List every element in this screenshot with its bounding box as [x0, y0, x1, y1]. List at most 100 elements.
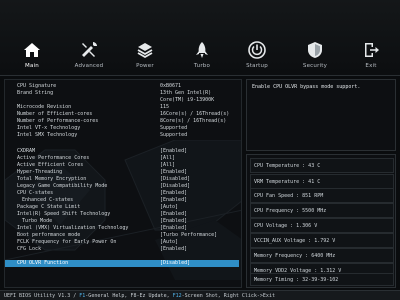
monitor-text: Memory Frequency : 6400 MHz [254, 253, 336, 259]
nav-startup-label: Startup [246, 63, 268, 69]
monitor-vccin-aux-voltage: VCCIN_AUX Voltage : 1.792 V [250, 233, 394, 248]
setting-value: 0xB0671 [160, 83, 182, 89]
setting-row-fclk-frequency[interactable]: FCLK Frequency for Early Power On [Auto] [5, 239, 239, 246]
nav-advanced[interactable]: Advanced [61, 0, 117, 76]
nav-exit[interactable]: Exit [343, 0, 399, 76]
power-layers-icon [137, 43, 153, 59]
setting-row-turbo-mode[interactable]: Turbo Mode [Enabled] [5, 218, 239, 225]
nav-security[interactable]: Security [287, 0, 343, 76]
setting-value: [Enabled] [160, 211, 188, 217]
setting-row-boot-performance-mode[interactable]: Boot performance mode [Turbo Performance… [5, 232, 239, 239]
setting-value: [Disabled] [160, 183, 191, 189]
setting-row-microcode: Microcode Revision 115 [5, 104, 239, 111]
f12-key: F12 [172, 293, 182, 299]
setting-value: [Enabled] [160, 169, 188, 175]
monitor-memory-timing: Memory Timing : 32-39-39-102 [250, 273, 394, 286]
setting-row-performance-cores: Number of Performance-cores 8Core(s) / 1… [5, 118, 239, 125]
help-panel: Enable CPU OLVR bypass mode support. [246, 79, 396, 151]
status-text: UEFI BIOS Utility V1.3 / F1-General Help… [4, 293, 275, 299]
setting-row-cpu-signature: CPU Signature 0xB0671 [5, 83, 239, 90]
nav-security-label: Security [302, 63, 328, 69]
setting-value: 115 [160, 104, 170, 110]
setting-row-enhanced-c-states[interactable]: Enhanced C-states [Enabled] [5, 197, 239, 204]
nav-exit-label: Exit [365, 63, 377, 69]
setting-value: [Auto] [160, 239, 179, 245]
monitor-text: CPU Fan Speed : 851 RPM [254, 193, 324, 199]
setting-row-vmx[interactable]: Intel (VMX) Virtualization Technology [E… [5, 225, 239, 232]
monitor-cpu-frequency: CPU Frequency : 5500 MHz [250, 203, 394, 218]
monitor-cpu-voltage: CPU Voltage : 1.306 V [250, 218, 394, 233]
monitor-vrm-temperature: VRM Temperature : 41 C [250, 174, 394, 189]
status-prefix: UEFI BIOS Utility V1.3 / [4, 293, 80, 299]
turbo-rocket-icon [196, 42, 208, 58]
setting-label: CFG Lock [17, 246, 42, 252]
tools-icon [82, 42, 97, 57]
setting-value: 16Core(s) / 16Thread(s) [160, 111, 230, 117]
setting-row-legacy-game-mode[interactable]: Legacy Game Compatibility Mode [Disabled… [5, 183, 239, 190]
setting-label: CXDRAM [17, 148, 36, 154]
setting-label: Intel VT-x Technology [17, 125, 81, 131]
setting-row-vtx: Intel VT-x Technology Supported [5, 125, 239, 132]
setting-row-hyper-threading[interactable]: Hyper-Threading [Enabled] [5, 169, 239, 176]
monitor-text: CPU Frequency : 5500 MHz [254, 208, 327, 214]
setting-row-package-c-state-limit[interactable]: Package C State Limit [Auto] [5, 204, 239, 211]
setting-value: [Turbo Performance] [160, 232, 218, 238]
setting-value: Supported [160, 132, 188, 138]
setting-value: [All] [160, 162, 176, 168]
nav-startup[interactable]: Startup [229, 0, 285, 76]
setting-value: [Auto] [160, 204, 179, 210]
setting-label: Boot performance mode [17, 232, 81, 238]
setting-row-active-performance-cores[interactable]: Active Performance Cores [All] [5, 155, 239, 162]
monitor-text: Memory Timing : 32-39-39-102 [254, 277, 339, 283]
setting-value: [Enabled] [160, 218, 188, 224]
scrollbar-thumb[interactable] [241, 82, 242, 142]
setting-label: Number of Performance-cores [17, 118, 99, 124]
setting-row-cxdram[interactable]: CXDRAM [Enabled] [5, 148, 239, 155]
setting-label: Enhanced C-states [22, 197, 74, 203]
setting-value: [Disabled] [160, 260, 191, 266]
setting-value: [All] [160, 155, 176, 161]
setting-row-brand-string-cont: Core(TM) i9-13900K [5, 97, 239, 104]
monitor-memory-frequency: Memory Frequency : 6400 MHz [250, 248, 394, 263]
setting-row-cpu-c-states[interactable]: CPU C-states [Enabled] [5, 190, 239, 197]
setting-label: FCLK Frequency for Early Power On [17, 239, 117, 245]
nav-main[interactable]: Main [4, 0, 60, 76]
status-help-text: -General Help, F8-Ez Update, [85, 293, 173, 299]
nav-power[interactable]: Power [117, 0, 173, 76]
setting-label: Legacy Game Compatibility Mode [17, 183, 108, 189]
setting-label: Brand String [17, 90, 54, 96]
setting-row-smx: Intel SMX Technology Supported [5, 132, 239, 139]
monitor-cpu-temperature: CPU Temperature : 43 C [250, 158, 394, 173]
top-navigation: Main Advanced Power Turbo Startup Securi… [0, 0, 400, 76]
hardware-monitor-panel: CPU Temperature : 43 C VRM Temperature :… [246, 154, 396, 288]
security-shield-icon [308, 42, 322, 58]
setting-value: [Enabled] [160, 148, 188, 154]
setting-label: Intel (VMX) Virtualization Technology [17, 225, 129, 231]
monitor-text: VRM Temperature : 41 C [254, 179, 321, 185]
settings-panel: CPU Signature 0xB0671 Brand String 13th … [4, 79, 242, 288]
setting-label: Active Performance Cores [17, 155, 90, 161]
setting-label: CPU C-states [17, 190, 54, 196]
setting-label: CPU OLVR Function [17, 260, 69, 266]
setting-row-cpu-olvr-function[interactable]: CPU OLVR Function [Disabled] [5, 260, 239, 267]
setting-label: Hyper-Threading [17, 169, 63, 175]
nav-turbo[interactable]: Turbo [174, 0, 230, 76]
setting-label: Intel(R) Speed Shift Technology [17, 211, 111, 217]
setting-label: CPU Signature [17, 83, 57, 89]
help-text: Enable CPU OLVR bypass mode support. [252, 84, 361, 90]
monitor-cpu-fan-speed: CPU Fan Speed : 851 RPM [250, 188, 394, 203]
setting-label: Turbo Mode [22, 218, 53, 224]
nav-power-label: Power [136, 63, 154, 69]
setting-row-cfg-lock[interactable]: CFG Lock [Enabled] [5, 246, 239, 253]
scrollbar-track[interactable] [241, 80, 242, 288]
exit-door-icon [365, 43, 379, 57]
setting-value: [Enabled] [160, 190, 188, 196]
setting-label: Microcode Revision [17, 104, 72, 110]
setting-label: Active Efficient Cores [17, 162, 84, 168]
setting-row-memory-encryption[interactable]: Total Memory Encryption [Disabled] [5, 176, 239, 183]
setting-row-speed-shift[interactable]: Intel(R) Speed Shift Technology [Enabled… [5, 211, 239, 218]
setting-label: Number of Efficient-cores [17, 111, 93, 117]
setting-row-active-efficient-cores[interactable]: Active Efficient Cores [All] [5, 162, 239, 169]
setting-row-efficient-cores: Number of Efficient-cores 16Core(s) / 16… [5, 111, 239, 118]
setting-value: [Disabled] [160, 176, 191, 182]
